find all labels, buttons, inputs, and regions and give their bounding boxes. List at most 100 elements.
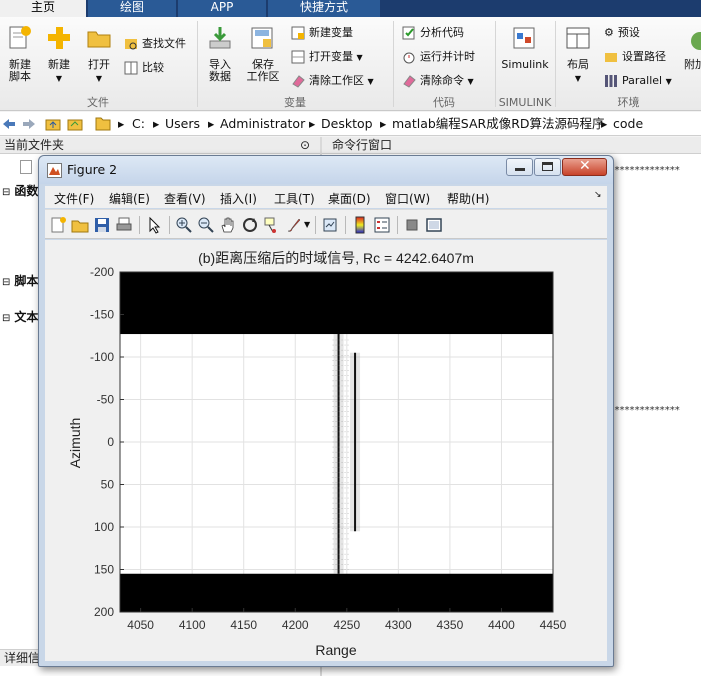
figure-toolbar: ▼ (45, 209, 607, 239)
new-variable-button[interactable]: 新建变量 (291, 26, 353, 40)
file-group-label: 文件 (87, 96, 109, 109)
breadcrumb-desktop[interactable]: Desktop (321, 116, 373, 132)
menu-edit[interactable]: 编辑(E) (109, 190, 150, 207)
chevron-down-icon[interactable]: ▼ (304, 220, 312, 238)
command-window-title: 命令行窗口 (332, 138, 393, 152)
code-group-label: 代码 (433, 96, 455, 109)
run-and-time-label: 运行并计时 (420, 50, 475, 63)
black-band (120, 573, 553, 612)
brush-icon[interactable] (285, 216, 303, 234)
y-tick-label: -100 (90, 350, 114, 364)
print-icon[interactable] (115, 216, 133, 234)
breadcrumb-administrator[interactable]: Administrator (220, 116, 305, 132)
zoom-out-icon[interactable] (197, 216, 215, 234)
find-files-button[interactable]: 查找文件 (124, 37, 186, 51)
menu-insert[interactable]: 插入(I) (220, 190, 257, 207)
open-file-icon[interactable] (71, 216, 89, 234)
clear-commands-label: 清除命令 (420, 74, 464, 87)
menu-help[interactable]: 帮助(H) (447, 190, 489, 207)
figure-canvas[interactable]: (b)距离压缩后的时域信号, Rc = 4242.6407m Range Azi… (45, 240, 607, 661)
pane-menu-icon[interactable]: ⊙ (300, 137, 310, 153)
save-workspace-button[interactable]: 保存 工作区 (244, 59, 282, 83)
x-tick-label: 4450 (540, 618, 567, 632)
figure-titlebar[interactable]: Figure 2 ✕ (39, 156, 613, 184)
pan-hand-icon[interactable] (219, 216, 237, 234)
import-data-icon (209, 27, 231, 49)
import-data-button[interactable]: 导入 数据 (204, 59, 236, 83)
compare-button[interactable]: 比较 (124, 61, 164, 75)
close-button[interactable]: ✕ (562, 158, 607, 176)
tab-home[interactable]: 主页 (0, 0, 86, 17)
x-axis-label: Range (315, 642, 356, 658)
new-button[interactable]: 新建 (42, 59, 76, 71)
save-icon[interactable] (93, 216, 111, 234)
chart-title: (b)距离压缩后的时域信号, Rc = 4242.6407m (198, 250, 474, 266)
section-text[interactable]: ⊟ 文本 (2, 308, 38, 325)
dock-arrow-icon[interactable]: ↘ (594, 190, 602, 200)
breadcrumb-separator-icon: ▸ (118, 116, 125, 131)
ribbon: 新建 脚本 新建 ▼ 打开 ▼ 查找文件 比较 文件 导入 数据 保存 工作区 … (0, 17, 701, 111)
show-tools-icon[interactable] (425, 216, 443, 234)
find-files-icon (125, 39, 137, 50)
section-scripts[interactable]: ⊟ 脚本 (2, 272, 38, 289)
data-cursor-icon[interactable] (263, 216, 281, 234)
maximize-button[interactable] (534, 158, 561, 176)
open-button[interactable]: 打开 (82, 59, 116, 71)
browse-folder-icon[interactable] (67, 116, 83, 132)
range-compressed-plot[interactable]: (b)距离压缩后的时域信号, Rc = 4242.6407m Range Azi… (45, 240, 607, 661)
chevron-down-icon: ▼ (55, 74, 63, 83)
menu-file[interactable]: 文件(F) (54, 190, 94, 207)
forward-arrow-icon[interactable] (22, 117, 36, 131)
breadcrumb-separator-icon: ▸ (208, 116, 215, 131)
tab-apps[interactable]: APP (178, 0, 266, 17)
section-functions[interactable]: ⊟ 函数 (2, 182, 38, 199)
breadcrumb-drive[interactable]: C: (132, 116, 145, 132)
up-folder-icon[interactable] (45, 116, 61, 132)
open-variable-button[interactable]: 打开变量 ▼ (291, 50, 363, 65)
new-plus-icon (48, 27, 70, 49)
compare-label: 比较 (142, 61, 164, 74)
menu-window[interactable]: 窗口(W) (385, 190, 430, 207)
toolbar-separator (397, 216, 398, 234)
breadcrumb-project-folder[interactable]: matlab编程SAR成像RD算法源码程序 (392, 116, 605, 132)
hide-tools-icon[interactable] (403, 216, 421, 234)
menu-view[interactable]: 查看(V) (164, 190, 206, 207)
run-and-time-button[interactable]: 运行并计时 (402, 50, 475, 64)
tab-shortcuts[interactable]: 快捷方式 (268, 0, 380, 17)
y-tick-label: -50 (97, 393, 115, 407)
new-variable-icon (291, 26, 305, 40)
link-plot-icon[interactable] (321, 216, 339, 234)
new-script-button[interactable]: 新建 脚本 (4, 59, 36, 83)
colorbar-icon[interactable] (351, 216, 369, 234)
breadcrumb-code[interactable]: code (613, 116, 643, 132)
back-arrow-icon[interactable] (2, 117, 16, 131)
x-tick-label: 4200 (282, 618, 309, 632)
figure-window[interactable]: Figure 2 ✕ 文件(F) 编辑(E) 查看(V) 插入(I) 工具(T)… (38, 155, 614, 667)
simulink-button[interactable]: Simulink (498, 59, 552, 71)
analyze-code-button[interactable]: 分析代码 (402, 26, 464, 40)
clear-workspace-button[interactable]: 清除工作区 ▼ (291, 74, 374, 89)
minimize-button[interactable] (506, 158, 533, 176)
group-separator (495, 21, 496, 107)
addons-button[interactable]: 附加 (684, 59, 701, 71)
layout-button[interactable]: 布局 (560, 59, 596, 71)
y-axis-label: Azimuth (67, 418, 83, 469)
tab-plots[interactable]: 绘图 (88, 0, 176, 17)
new-figure-icon[interactable] (49, 216, 67, 234)
menu-desktop[interactable]: 桌面(D) (328, 190, 371, 207)
menu-tools[interactable]: 工具(T) (274, 190, 315, 207)
preferences-button[interactable]: ⚙ 预设 (604, 26, 640, 40)
clear-commands-button[interactable]: 清除命令 ▼ (402, 74, 474, 89)
breadcrumb-users[interactable]: Users (165, 116, 200, 132)
pointer-icon[interactable] (145, 216, 163, 234)
set-path-button[interactable]: 设置路径 (604, 50, 666, 64)
legend-icon[interactable] (373, 216, 391, 234)
maximize-icon (542, 162, 553, 171)
x-tick-label: 4350 (437, 618, 464, 632)
rotate-3d-icon[interactable] (241, 216, 259, 234)
set-path-label: 设置路径 (622, 50, 666, 63)
zoom-in-icon[interactable] (175, 216, 193, 234)
group-separator (197, 21, 198, 107)
parallel-button[interactable]: Parallel ▼ (604, 74, 672, 89)
clear-workspace-label: 清除工作区 (309, 74, 364, 87)
